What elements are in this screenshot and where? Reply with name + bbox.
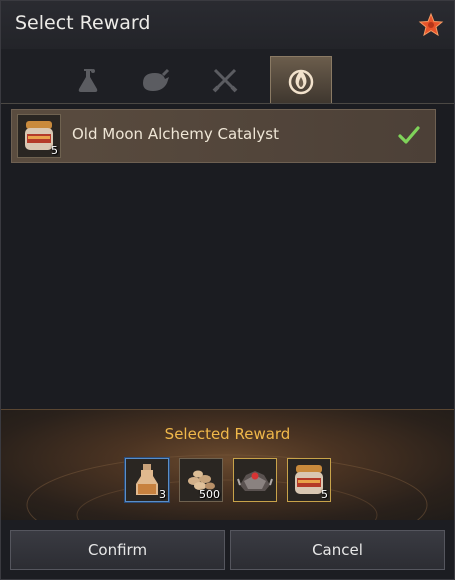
reward-quantity: 5 [321, 488, 328, 501]
flame-icon [288, 69, 314, 95]
tab-fire[interactable] [270, 56, 332, 103]
roast-meat-icon [143, 68, 170, 91]
selected-reward-panel: Selected Reward 3 500 5 [1, 409, 454, 520]
selected-reward-title: Selected Reward [164, 425, 291, 443]
select-reward-window: Select Reward 5 Old Moon Alchemy Catalys… [0, 0, 455, 580]
crossed-swords-icon [212, 68, 238, 92]
reward-quantity: 500 [199, 488, 220, 501]
reward-slot-coins[interactable]: 500 [179, 458, 223, 502]
cancel-button[interactable]: Cancel [230, 530, 445, 570]
reward-quantity: 3 [159, 488, 166, 501]
tab-cooking[interactable] [125, 56, 185, 103]
item-name: Old Moon Alchemy Catalyst [72, 125, 279, 143]
reward-list: 5 Old Moon Alchemy Catalyst [1, 104, 454, 409]
item-quantity: 5 [51, 144, 58, 157]
window-title: Select Reward [15, 12, 151, 34]
tab-alchemy[interactable] [58, 56, 118, 103]
close-button[interactable] [418, 12, 444, 38]
confirm-button[interactable]: Confirm [10, 530, 225, 570]
tab-combat[interactable] [195, 56, 255, 103]
category-tabs [1, 49, 454, 104]
flask-icon [78, 68, 98, 92]
check-icon [398, 126, 420, 144]
footer-buttons: Confirm Cancel [1, 520, 454, 579]
reward-slot-armor[interactable] [233, 458, 277, 502]
list-item[interactable]: 5 Old Moon Alchemy Catalyst [11, 109, 436, 163]
reward-slot-potion[interactable]: 3 [125, 458, 169, 502]
item-slot: 5 [17, 114, 61, 158]
dark-armor-icon [237, 471, 273, 491]
reward-slot-catalyst[interactable]: 5 [287, 458, 331, 502]
close-star-icon [418, 12, 444, 37]
title-bar: Select Reward [1, 1, 454, 49]
